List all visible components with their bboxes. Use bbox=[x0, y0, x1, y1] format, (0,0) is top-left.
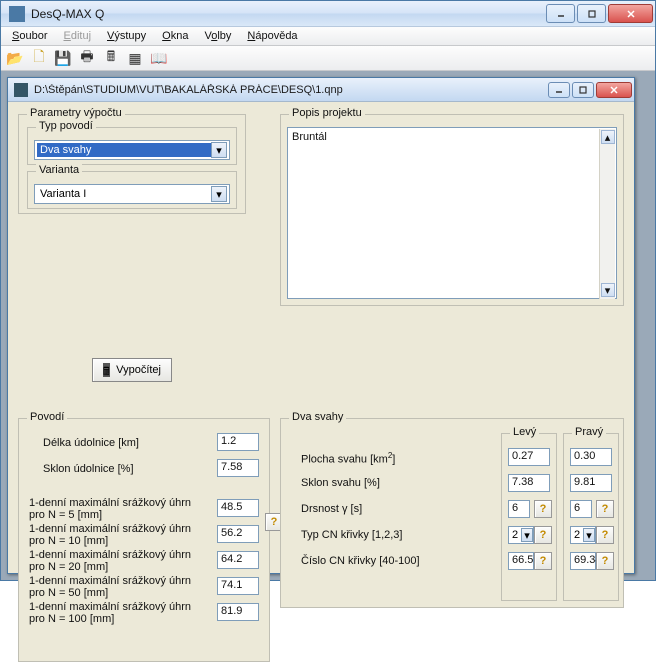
print-icon[interactable]: 🖶 bbox=[79, 50, 95, 66]
open-icon[interactable]: 📂 bbox=[7, 50, 23, 66]
chevron-down-icon[interactable]: ▾ bbox=[521, 528, 533, 542]
input-levy-plocha[interactable]: 0.27 bbox=[508, 448, 550, 466]
input-sklon[interactable]: 7.58 bbox=[217, 459, 259, 477]
group-svahy: Dva svahy Plocha svahu [km2] Sklon svahu… bbox=[280, 418, 624, 608]
lbl-cislocn: Číslo CN křivky [40-100] bbox=[301, 555, 420, 567]
group-typ-title: Typ povodí bbox=[36, 120, 96, 132]
group-svahy-title: Dva svahy bbox=[289, 411, 346, 423]
lbl-drsnost: Drsnost γ [s] bbox=[301, 503, 362, 515]
calculate-button[interactable]: 🖩 Vypočítej bbox=[92, 358, 172, 382]
lbl-n100: 1-denní maximální srážkový úhrn pro N = … bbox=[29, 601, 209, 625]
group-povodi: Povodí Délka údolnice [km] 1.2 Sklon údo… bbox=[18, 418, 270, 662]
lbl-n10: 1-denní maximální srážkový úhrn pro N = … bbox=[29, 523, 209, 547]
input-levy-cislocn[interactable]: 66.59 bbox=[508, 552, 534, 570]
lbl-sklon-svahu: Sklon svahu [%] bbox=[301, 477, 380, 489]
table-icon[interactable]: ▦ bbox=[127, 50, 143, 66]
group-varianta-title: Varianta bbox=[36, 164, 82, 176]
app-icon bbox=[9, 6, 25, 22]
group-levy: Levý 0.27 7.38 6 ? 2▾ ? 66.59 ? bbox=[501, 433, 557, 601]
input-delka[interactable]: 1.2 bbox=[217, 433, 259, 451]
calc-icon[interactable]: 🖩 bbox=[103, 50, 119, 66]
help-pravy-cislocn[interactable]: ? bbox=[596, 552, 614, 570]
input-n10[interactable]: 56.2 bbox=[217, 525, 259, 543]
main-window: DesQ-MAX Q Soubor Edituj Výstupy Okna Vo… bbox=[0, 0, 656, 581]
maximize-button[interactable] bbox=[577, 4, 606, 23]
input-n50[interactable]: 74.1 bbox=[217, 577, 259, 595]
doc-minimize-button[interactable] bbox=[548, 82, 570, 98]
group-params-title: Parametry výpočtu bbox=[27, 107, 125, 119]
lbl-delka: Délka údolnice [km] bbox=[43, 437, 139, 449]
input-n100[interactable]: 81.9 bbox=[217, 603, 259, 621]
lbl-n5: 1-denní maximální srážkový úhrn pro N = … bbox=[29, 497, 209, 521]
group-popis-title: Popis projektu bbox=[289, 107, 365, 119]
document-window: D:\Štěpán\STUDIUM\VUT\BAKALÁŘSKÁ PRÁCE\D… bbox=[7, 77, 635, 574]
select-levy-typcn[interactable]: 2▾ bbox=[508, 526, 534, 544]
popis-text: Bruntál bbox=[292, 131, 327, 143]
help-pravy-drsnost[interactable]: ? bbox=[596, 500, 614, 518]
group-params: Parametry výpočtu Typ povodí Dva svahy ▾… bbox=[18, 114, 246, 214]
lbl-n20: 1-denní maximální srážkový úhrn pro N = … bbox=[29, 549, 209, 573]
select-pravy-typcn[interactable]: 2▾ bbox=[570, 526, 596, 544]
menu-edituj: Edituj bbox=[56, 28, 98, 44]
scroll-up-icon[interactable]: ▴ bbox=[601, 130, 615, 144]
group-varianta: Varianta Varianta I ▾ bbox=[27, 171, 237, 209]
minimize-button[interactable] bbox=[546, 4, 575, 23]
mdi-area: D:\Štěpán\STUDIUM\VUT\BAKALÁŘSKÁ PRÁCE\D… bbox=[1, 71, 655, 580]
menubar: Soubor Edituj Výstupy Okna Volby Nápověd… bbox=[1, 27, 655, 46]
new-icon[interactable]: 🗋 bbox=[31, 50, 47, 66]
menu-soubor[interactable]: Soubor bbox=[5, 28, 54, 44]
client-area: Parametry výpočtu Typ povodí Dva svahy ▾… bbox=[8, 102, 634, 573]
window-title: DesQ-MAX Q bbox=[31, 7, 546, 21]
lbl-plocha: Plocha svahu [km2] bbox=[301, 451, 395, 466]
input-levy-drsnost[interactable]: 6 bbox=[508, 500, 530, 518]
varianta-select-value: Varianta I bbox=[37, 187, 211, 201]
typ-select[interactable]: Dva svahy ▾ bbox=[34, 140, 230, 160]
group-typ: Typ povodí Dva svahy ▾ bbox=[27, 127, 237, 165]
group-pravy-title: Pravý bbox=[572, 426, 606, 438]
input-n20[interactable]: 64.2 bbox=[217, 551, 259, 569]
scrollbar[interactable]: ▴ ▾ bbox=[599, 129, 615, 299]
doc-close-button[interactable] bbox=[596, 82, 632, 98]
lbl-sklon: Sklon údolnice [%] bbox=[43, 463, 134, 475]
doc-titlebar[interactable]: D:\Štěpán\STUDIUM\VUT\BAKALÁŘSKÁ PRÁCE\D… bbox=[8, 78, 634, 102]
input-pravy-plocha[interactable]: 0.30 bbox=[570, 448, 612, 466]
doc-maximize-button[interactable] bbox=[572, 82, 594, 98]
help-pravy-typcn[interactable]: ? bbox=[596, 526, 614, 544]
input-pravy-sklon[interactable]: 9.81 bbox=[570, 474, 612, 492]
doc-title: D:\Štěpán\STUDIUM\VUT\BAKALÁŘSKÁ PRÁCE\D… bbox=[34, 84, 548, 96]
input-levy-sklon[interactable]: 7.38 bbox=[508, 474, 550, 492]
lbl-typcn: Typ CN křivky [1,2,3] bbox=[301, 529, 402, 541]
chevron-down-icon[interactable]: ▾ bbox=[211, 142, 227, 158]
group-povodi-title: Povodí bbox=[27, 411, 67, 423]
popis-textarea[interactable]: Bruntál ▴ ▾ bbox=[287, 127, 617, 299]
help-levy-typcn[interactable]: ? bbox=[534, 526, 552, 544]
close-button[interactable] bbox=[608, 4, 653, 23]
book-icon[interactable]: 📖 bbox=[151, 50, 167, 66]
input-pravy-drsnost[interactable]: 6 bbox=[570, 500, 592, 518]
calculator-icon: 🖩 bbox=[103, 363, 110, 377]
titlebar[interactable]: DesQ-MAX Q bbox=[1, 1, 655, 27]
group-pravy: Pravý 0.30 9.81 6 ? 2▾ ? 69.34 ? bbox=[563, 433, 619, 601]
menu-okna[interactable]: Okna bbox=[155, 28, 195, 44]
lbl-n50: 1-denní maximální srážkový úhrn pro N = … bbox=[29, 575, 209, 599]
menu-volby[interactable]: Volby bbox=[197, 28, 238, 44]
toolbar: 📂 🗋 💾 🖶 🖩 ▦ 📖 bbox=[1, 46, 655, 71]
varianta-select[interactable]: Varianta I ▾ bbox=[34, 184, 230, 204]
menu-vystupy[interactable]: Výstupy bbox=[100, 28, 153, 44]
save-icon[interactable]: 💾 bbox=[55, 50, 71, 66]
help-levy-cislocn[interactable]: ? bbox=[534, 552, 552, 570]
typ-select-value: Dva svahy bbox=[37, 143, 211, 157]
calculate-button-label: Vypočítej bbox=[116, 364, 161, 376]
help-levy-drsnost[interactable]: ? bbox=[534, 500, 552, 518]
group-levy-title: Levý bbox=[510, 426, 539, 438]
group-popis: Popis projektu Bruntál ▴ ▾ bbox=[280, 114, 624, 306]
chevron-down-icon[interactable]: ▾ bbox=[211, 186, 227, 202]
scroll-down-icon[interactable]: ▾ bbox=[601, 283, 615, 297]
chevron-down-icon[interactable]: ▾ bbox=[583, 528, 595, 542]
menu-napoveda[interactable]: Nápověda bbox=[240, 28, 304, 44]
doc-icon bbox=[14, 83, 28, 97]
input-pravy-cislocn[interactable]: 69.34 bbox=[570, 552, 596, 570]
input-n5[interactable]: 48.5 bbox=[217, 499, 259, 517]
